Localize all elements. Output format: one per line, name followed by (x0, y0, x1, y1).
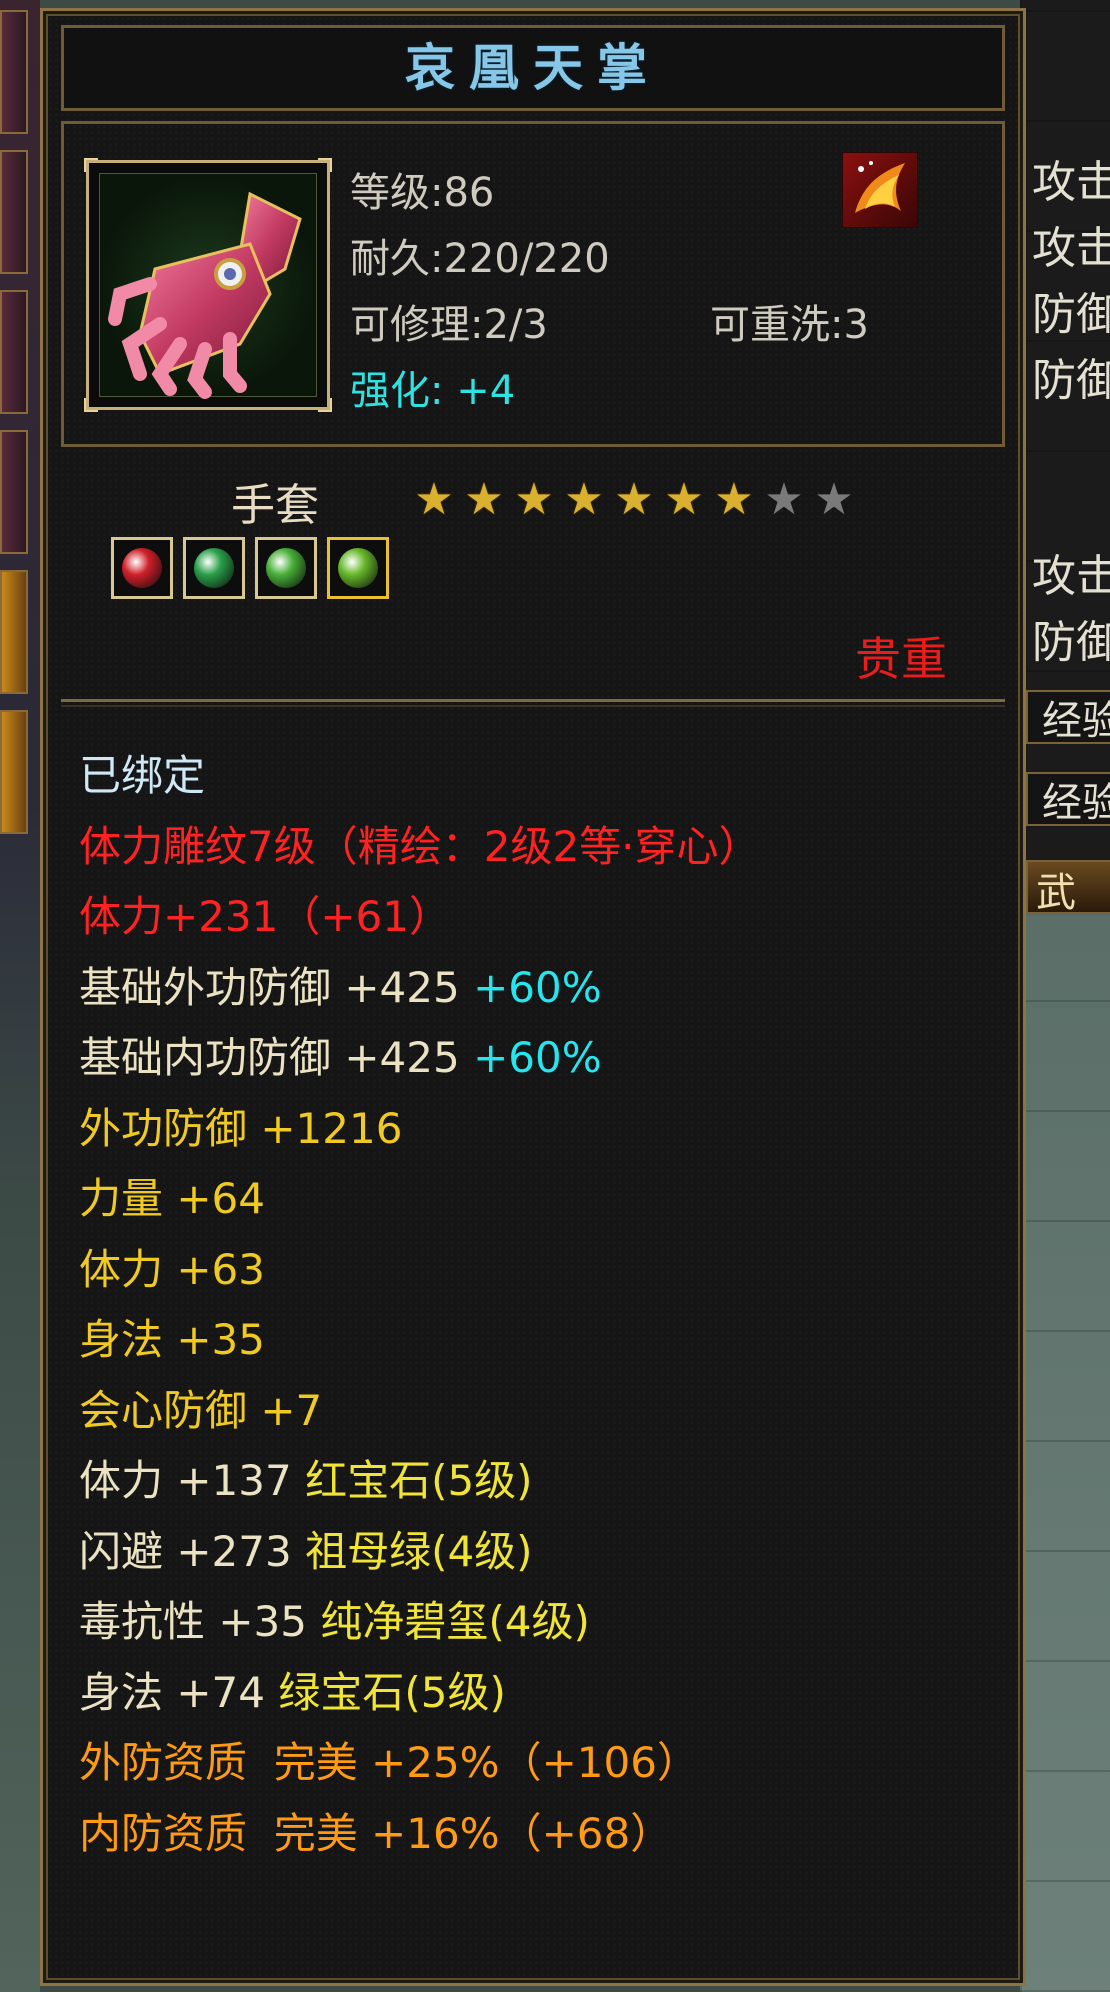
side-label: 防御 (1032, 289, 1110, 340)
item-icon (99, 173, 317, 399)
green-gem-icon (338, 548, 378, 588)
property-text: 身法 +74 (79, 1667, 279, 1717)
red-gem-icon (122, 548, 162, 588)
green-gem-icon (266, 548, 306, 588)
frame-corner (318, 158, 332, 172)
item-level: 等级:86 (350, 170, 495, 216)
property-line: 外防资质 完美 +25%（+106） (79, 1728, 999, 1799)
property-text: 外功防御 +1216 (79, 1103, 403, 1153)
property-line: 体力 +63 (79, 1235, 999, 1306)
property-line: 外功防御 +1216 (79, 1094, 999, 1165)
frame-corner (84, 158, 98, 172)
gem-socket[interactable] (183, 537, 245, 599)
property-text: +60% (473, 1033, 602, 1082)
property-line: 身法 +35 (79, 1305, 999, 1376)
phoenix-badge-icon (842, 152, 918, 228)
property-line: 体力+231（+61） (79, 882, 999, 953)
property-text: 基础外功防御 +425 (79, 962, 474, 1012)
star-icon: ★ (464, 474, 504, 525)
property-text: 会心防御 +7 (79, 1385, 323, 1435)
item-durability: 耐久:220/220 (350, 236, 610, 282)
property-text: 基础内功防御 +425 (79, 1033, 474, 1082)
property-list: 已绑定体力雕纹7级（精绘：2级2等·穿心） 体力+231（+61） 基础外功防御 +… (79, 741, 999, 1869)
star-icon: ★ (814, 474, 854, 525)
property-text: 体力 +137 (79, 1456, 306, 1505)
property-text: 体力雕纹7级（精绘：2级2等·穿心） (79, 821, 761, 871)
side-slot[interactable] (0, 570, 28, 694)
rarity-label: 贵重 (855, 632, 947, 686)
exp-label: 经验 (1042, 698, 1110, 744)
star-icon: ★ (514, 474, 554, 525)
star-icon: ★ (764, 474, 804, 525)
side-slot[interactable] (0, 150, 28, 274)
star-icon: ★ (714, 474, 754, 525)
property-text: 毒抗性 +35 (79, 1597, 321, 1646)
exp-label: 经验 (1042, 780, 1110, 826)
property-text: 外防资质 完美 +25%（+106） (79, 1738, 699, 1787)
property-line: 毒抗性 +35 纯净碧玺(4级) (79, 1587, 999, 1658)
side-label: 攻击 (1032, 157, 1110, 208)
star-icon: ★ (414, 474, 454, 525)
property-line: 力量 +64 (79, 1164, 999, 1235)
property-text: 已绑定 (79, 751, 206, 800)
divider (61, 699, 1005, 707)
property-text: 体力+231（+61） (79, 892, 451, 941)
side-slot[interactable] (0, 10, 28, 134)
item-repairable: 可修理:2/3 (350, 302, 548, 348)
glove-icon (108, 191, 302, 399)
property-line: 体力 +137 红宝石(5级) (79, 1446, 999, 1517)
type-section: 手套 ★ ★ ★ ★ ★ ★ ★ ★ ★ 贵重 (61, 453, 1005, 697)
property-text: 祖母绿(4级) (305, 1526, 533, 1576)
frame-corner (318, 398, 332, 412)
item-name: 哀凰天掌 (405, 38, 661, 97)
side-label: 攻击 (1032, 223, 1110, 274)
property-text: 绿宝石(5级) (278, 1667, 506, 1717)
gem-sockets (111, 537, 389, 599)
property-line: 基础外功防御 +425 +60% (79, 953, 999, 1024)
item-type: 手套 (231, 480, 319, 531)
title-bar: 哀凰天掌 (61, 25, 1005, 111)
property-text: 闪避 +273 (79, 1526, 306, 1576)
star-rating: ★ ★ ★ ★ ★ ★ ★ ★ ★ (411, 475, 857, 525)
side-label: 攻击 (1032, 551, 1110, 602)
item-tooltip: 哀凰天掌 等级:86 耐久:220/220 可修理:2/3 可重洗:3 强化: … (40, 8, 1026, 1986)
item-enhance: 强化: +4 (350, 368, 516, 414)
property-text: 红宝石(5级) (305, 1456, 533, 1505)
star-icon: ★ (564, 474, 604, 525)
property-line: 内防资质 完美 +16%（+68） (79, 1799, 999, 1870)
property-line: 基础内功防御 +425 +60% (79, 1023, 999, 1094)
exp-bar: 经验 (1026, 690, 1110, 744)
item-rewashable: 可重洗:3 (710, 302, 869, 348)
side-slot[interactable] (0, 430, 28, 554)
property-text: +60% (473, 962, 602, 1012)
property-text: 纯净碧玺(4级) (320, 1597, 590, 1646)
frame-corner (84, 398, 98, 412)
side-slot[interactable] (0, 710, 28, 834)
property-line: 体力雕纹7级（精绘：2级2等·穿心） (79, 812, 999, 883)
property-text: 内防资质 完美 +16%（+68） (79, 1808, 673, 1858)
star-icon: ★ (664, 474, 704, 525)
gem-socket[interactable] (111, 537, 173, 599)
side-slot[interactable] (0, 290, 28, 414)
property-line: 身法 +74 绿宝石(5级) (79, 1658, 999, 1729)
gem-socket[interactable] (327, 537, 389, 599)
star-icon: ★ (614, 474, 654, 525)
property-text: 力量 +64 (79, 1174, 265, 1223)
property-text: 体力 +63 (79, 1244, 265, 1294)
green-gem-icon (194, 548, 234, 588)
item-header: 等级:86 耐久:220/220 可修理:2/3 可重洗:3 强化: +4 (61, 121, 1005, 447)
gem-socket[interactable] (255, 537, 317, 599)
side-button[interactable]: 武 (1026, 860, 1110, 916)
property-line: 已绑定 (79, 741, 999, 812)
side-button-label: 武 (1036, 870, 1076, 916)
item-icon-frame[interactable] (84, 158, 332, 412)
property-text: 身法 +35 (79, 1315, 265, 1364)
side-label: 防御 (1032, 355, 1110, 406)
property-line: 会心防御 +7 (79, 1376, 999, 1447)
side-label: 防御 (1032, 617, 1110, 668)
exp-bar: 经验 (1026, 772, 1110, 826)
property-line: 闪避 +273 祖母绿(4级) (79, 1517, 999, 1588)
